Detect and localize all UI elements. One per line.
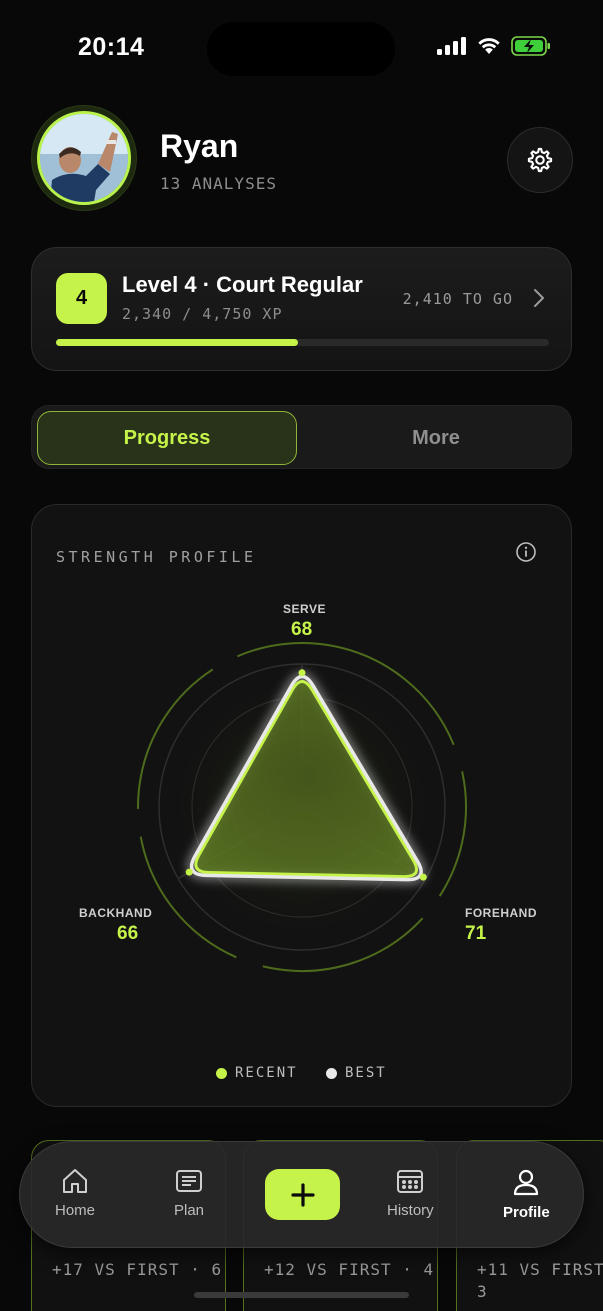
axis-value-forehand: 71	[465, 923, 487, 944]
legend-label-best: BEST	[345, 1065, 387, 1081]
wifi-icon	[478, 38, 500, 54]
radar-point-forehand	[419, 873, 427, 881]
radar-point-backhand	[185, 868, 193, 876]
nav-home[interactable]: Home	[55, 1168, 95, 1219]
level-card[interactable]: 4 Level 4 · Court Regular 2,340 / 4,750 …	[31, 247, 572, 371]
nav-home-label: Home	[55, 1202, 96, 1219]
legend-recent: RECENT	[216, 1065, 298, 1081]
legend-dot-best	[326, 1067, 337, 1079]
xp-progress-fill	[56, 339, 298, 346]
radar-chart	[137, 642, 467, 972]
improvement-card-text: +17 VS FIRST · 6	[52, 1260, 223, 1279]
plus-icon	[290, 1182, 315, 1207]
settings-button[interactable]	[507, 127, 573, 193]
home-icon	[63, 1169, 87, 1193]
tab-more[interactable]: More	[304, 411, 568, 465]
analyses-count: 13 ANALYSES	[160, 174, 277, 193]
status-icons	[437, 36, 551, 56]
tab-progress[interactable]: Progress	[37, 411, 297, 465]
avatar-photo	[40, 114, 128, 202]
home-indicator	[194, 1292, 409, 1298]
legend-best: BEST	[326, 1065, 387, 1081]
tab-switcher: Progress More	[31, 405, 572, 469]
axis-value-backhand: 66	[117, 923, 139, 944]
level-badge: 4	[56, 273, 107, 324]
bottom-nav: Home Plan History Profile	[19, 1141, 584, 1248]
signal-icon	[437, 37, 466, 55]
calendar-icon	[397, 1170, 424, 1193]
strength-profile-card: STRENGTH PROFILE SERVE 68 FOREHAND 71 BA…	[31, 504, 572, 1107]
gear-icon	[527, 147, 553, 173]
profile-screen: 20:14 Ryan 13 ANALYSES 4 Level 4 · Court…	[0, 0, 603, 1311]
avatar	[37, 111, 131, 205]
nav-history[interactable]: History	[387, 1168, 434, 1219]
battery-charging-icon	[511, 36, 550, 56]
legend-dot-recent	[216, 1067, 227, 1079]
plan-icon	[176, 1170, 203, 1192]
axis-label-forehand: FOREHAND	[465, 906, 537, 920]
legend-label-recent: RECENT	[235, 1065, 298, 1081]
axis-value-serve: 68	[291, 619, 313, 640]
axis-label-serve: SERVE	[283, 602, 326, 616]
dynamic-island	[207, 22, 395, 76]
level-title: Level 4 · Court Regular	[122, 272, 363, 297]
improvement-card-text: +12 VS FIRST · 4	[264, 1260, 435, 1279]
level-xp: 2,340 / 4,750 XP	[122, 305, 283, 323]
nav-profile[interactable]: Profile	[503, 1168, 550, 1221]
nav-plan[interactable]: Plan	[174, 1168, 204, 1219]
nav-plan-label: Plan	[174, 1202, 205, 1219]
radar-point-serve	[298, 669, 306, 677]
axis-label-backhand: BACKHAND	[79, 906, 153, 920]
status-time: 20:14	[78, 33, 145, 61]
profile-icon	[514, 1169, 539, 1196]
nav-profile-label: Profile	[503, 1204, 550, 1221]
xp-to-go: 2,410 TO GO	[402, 290, 513, 308]
user-name: Ryan	[160, 128, 239, 164]
nav-history-label: History	[387, 1202, 434, 1219]
chevron-right-icon	[534, 289, 544, 307]
xp-progress-bar	[56, 339, 549, 346]
avatar-button[interactable]	[32, 106, 136, 210]
improvement-card-text: +11 VS FIRST 3	[477, 1260, 603, 1301]
add-analysis-button[interactable]	[265, 1169, 340, 1220]
